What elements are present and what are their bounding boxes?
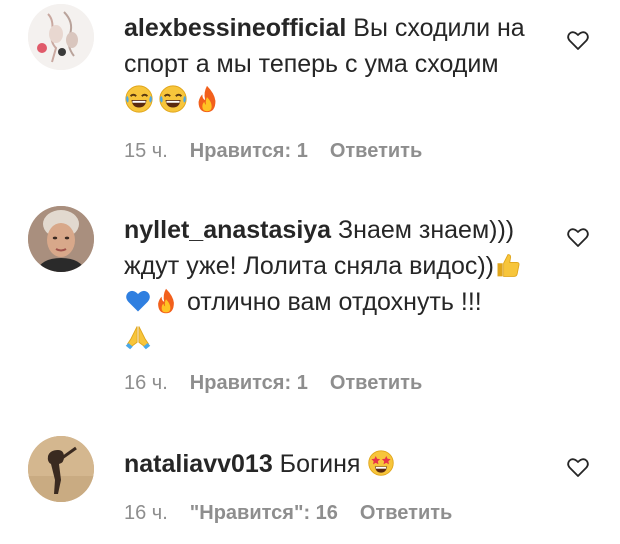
grinning-tears-emoji (124, 84, 154, 114)
comment-text: Богиня (279, 450, 361, 478)
comment-username[interactable]: nyllet_anastasiya (124, 216, 331, 244)
comment-text: Вы сходили на (353, 14, 525, 42)
comment-text-line-2: спорт а мы теперь с ума сходим (124, 50, 499, 78)
star-struck-emoji (367, 449, 395, 477)
avatar[interactable] (28, 206, 94, 272)
comment-text: Знаем знаем))) (338, 216, 515, 244)
reply-button[interactable]: Ответить (360, 502, 452, 525)
avatar[interactable] (28, 4, 94, 70)
like-heart-icon[interactable] (566, 225, 590, 249)
likes-count-link[interactable]: Нравится: 1 (190, 372, 308, 395)
avatar-image (28, 436, 94, 502)
folded-hands-emoji (124, 323, 152, 351)
thumbs-up-emoji (494, 251, 522, 279)
comment-text-line-2: ждут уже! Лолита сняла видос)) (124, 252, 495, 280)
reply-button[interactable]: Ответить (330, 372, 422, 395)
fire-emoji (192, 84, 222, 114)
comment-time: 16 ч. (124, 502, 168, 524)
avatar-image (28, 4, 94, 70)
like-heart-icon[interactable] (566, 455, 590, 479)
comment-time: 15 ч. (124, 140, 168, 162)
comment-username[interactable]: alexbessineofficial (124, 14, 346, 42)
fire-emoji (152, 287, 180, 315)
likes-count-link[interactable]: "Нравится": 16 (190, 502, 338, 525)
avatar[interactable] (28, 436, 94, 502)
blue-heart-emoji (124, 287, 152, 315)
comment-text-line-3: отлично вам отдохнуть !!! (186, 288, 482, 316)
comment-time: 16 ч. (124, 372, 168, 394)
grinning-tears-emoji (158, 84, 188, 114)
comment-username[interactable]: nataliavv013 (124, 450, 273, 478)
emoji-row (124, 84, 544, 114)
like-heart-icon[interactable] (566, 28, 590, 52)
avatar-image (28, 206, 94, 272)
likes-count-link[interactable]: Нравится: 1 (190, 140, 308, 163)
reply-button[interactable]: Ответить (330, 140, 422, 163)
